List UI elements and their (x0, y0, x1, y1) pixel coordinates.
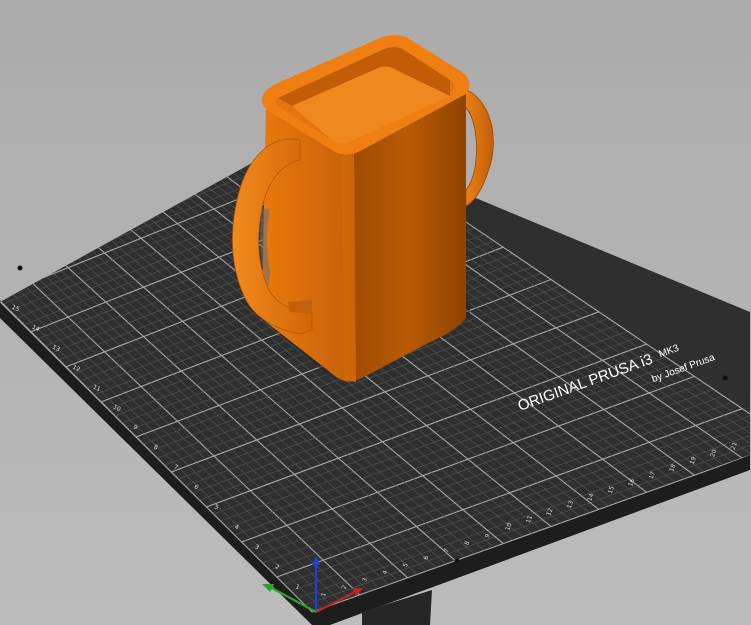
mug-right-handle (461, 87, 494, 207)
3d-viewport[interactable]: 1234567891011121314151617181920212212345… (0, 0, 751, 625)
mug-left-handle-foot (288, 300, 312, 314)
scene-canvas[interactable]: 1234567891011121314151617181920212212345… (0, 0, 751, 625)
mug-body-edge (342, 146, 356, 382)
